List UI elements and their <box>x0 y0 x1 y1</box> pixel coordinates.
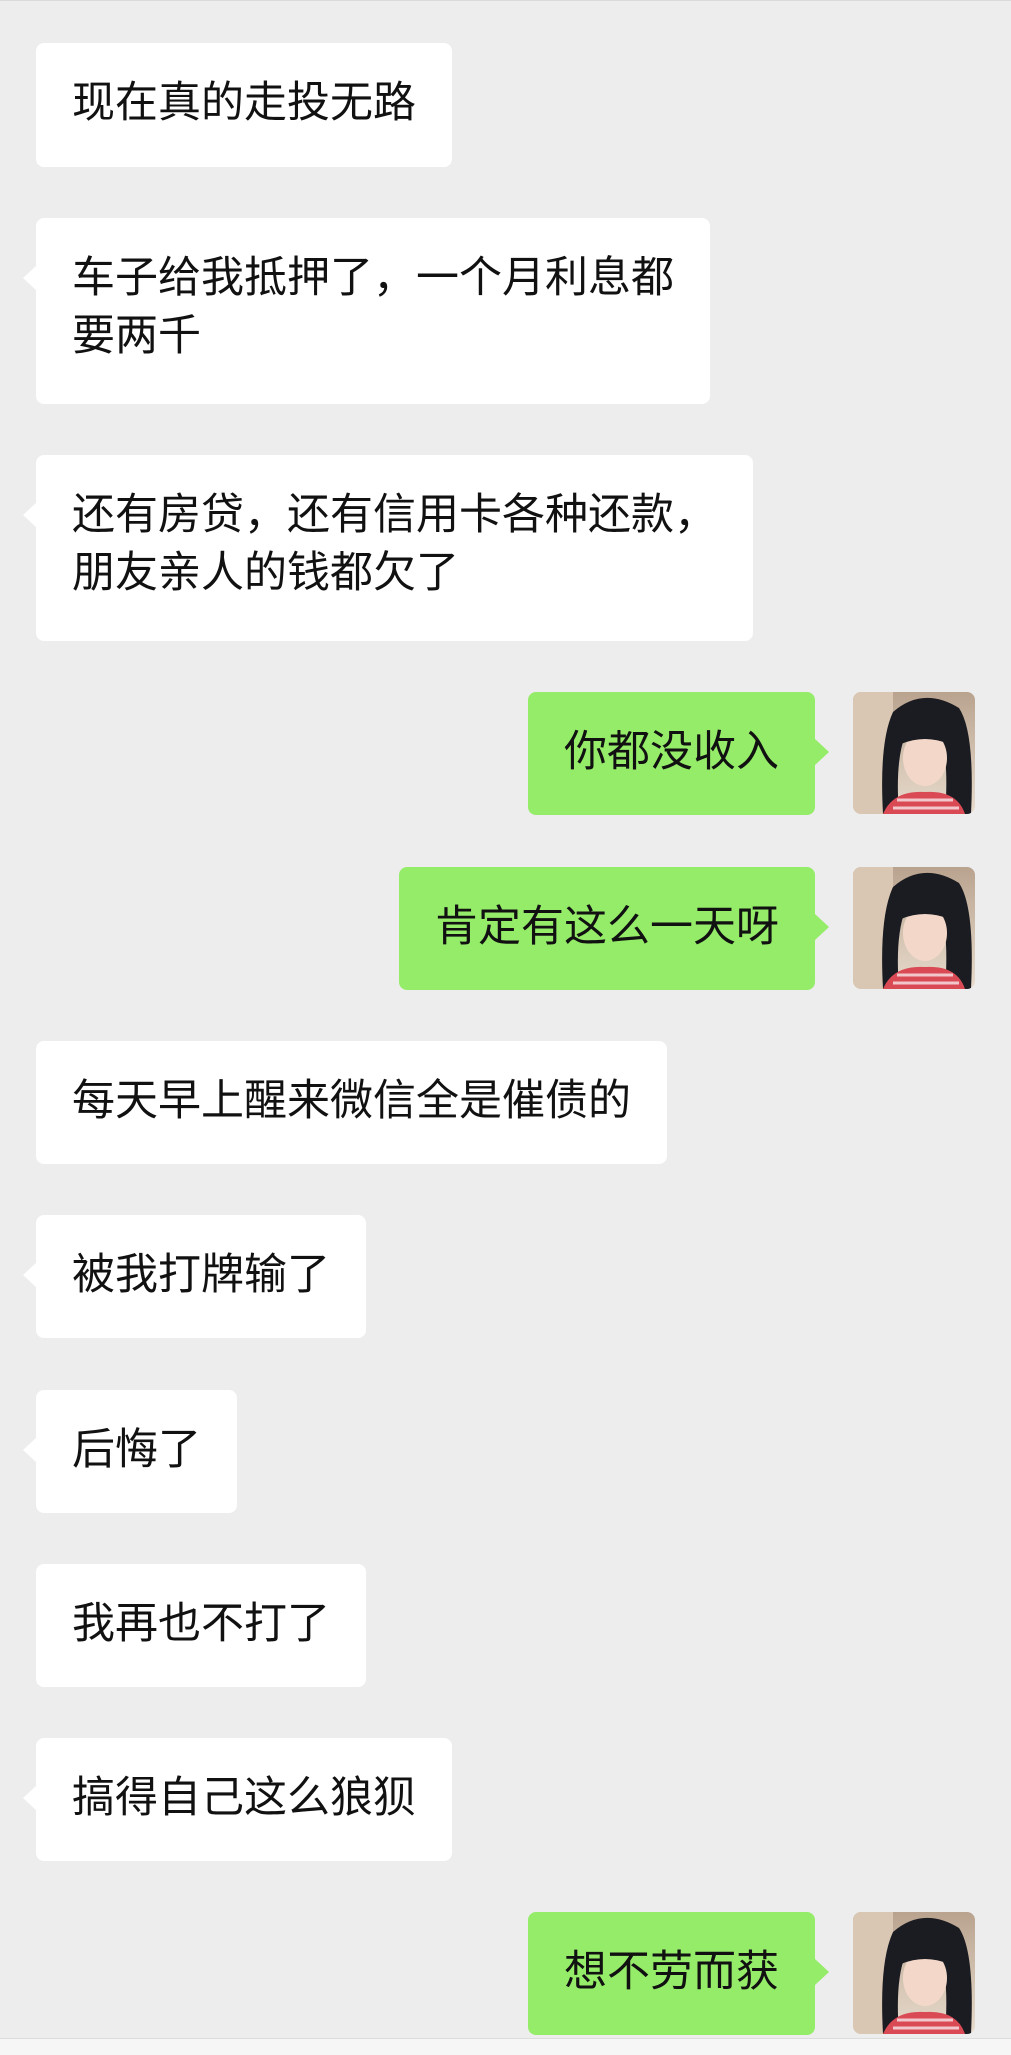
bubble-tail <box>815 914 829 940</box>
bubble-tail <box>23 1437 37 1463</box>
user-avatar[interactable] <box>853 692 975 814</box>
user-avatar[interactable] <box>853 867 975 989</box>
message-bubble[interactable]: 被我打牌输了 <box>36 1215 366 1338</box>
bubble-tail <box>23 502 37 528</box>
message-bubble[interactable]: 你都没收入 <box>528 692 815 815</box>
bottom-edge <box>0 2038 1011 2055</box>
message-bubble[interactable]: 搞得自己这么狼狈 <box>36 1738 452 1861</box>
message-bubble[interactable]: 现在真的走投无路 <box>36 43 452 167</box>
message-bubble[interactable]: 还有房贷，还有信用卡各种还款， 朋友亲人的钱都欠了 <box>36 455 753 641</box>
bubble-tail <box>23 1785 37 1811</box>
message-bubble[interactable]: 车子给我抵押了，一个月利息都 要两千 <box>36 218 710 404</box>
message-bubble[interactable]: 每天早上醒来微信全是催债的 <box>36 1041 667 1164</box>
avatar-image <box>853 867 975 989</box>
user-avatar[interactable] <box>853 1912 975 2034</box>
bubble-tail <box>23 1262 37 1288</box>
message-bubble[interactable]: 想不劳而获 <box>528 1912 815 2035</box>
chat-history[interactable]: 现在真的走投无路 车子给我抵押了，一个月利息都 要两千 还有房贷，还有信用卡各种… <box>0 0 1011 2055</box>
bubble-tail <box>815 739 829 765</box>
bubble-tail <box>23 265 37 291</box>
avatar-image <box>853 692 975 814</box>
message-bubble[interactable]: 后悔了 <box>36 1390 237 1513</box>
avatar-image <box>853 1912 975 2034</box>
message-bubble[interactable]: 肯定有这么一天呀 <box>399 867 815 990</box>
bubble-tail <box>815 1959 829 1985</box>
message-bubble[interactable]: 我再也不打了 <box>36 1564 366 1687</box>
